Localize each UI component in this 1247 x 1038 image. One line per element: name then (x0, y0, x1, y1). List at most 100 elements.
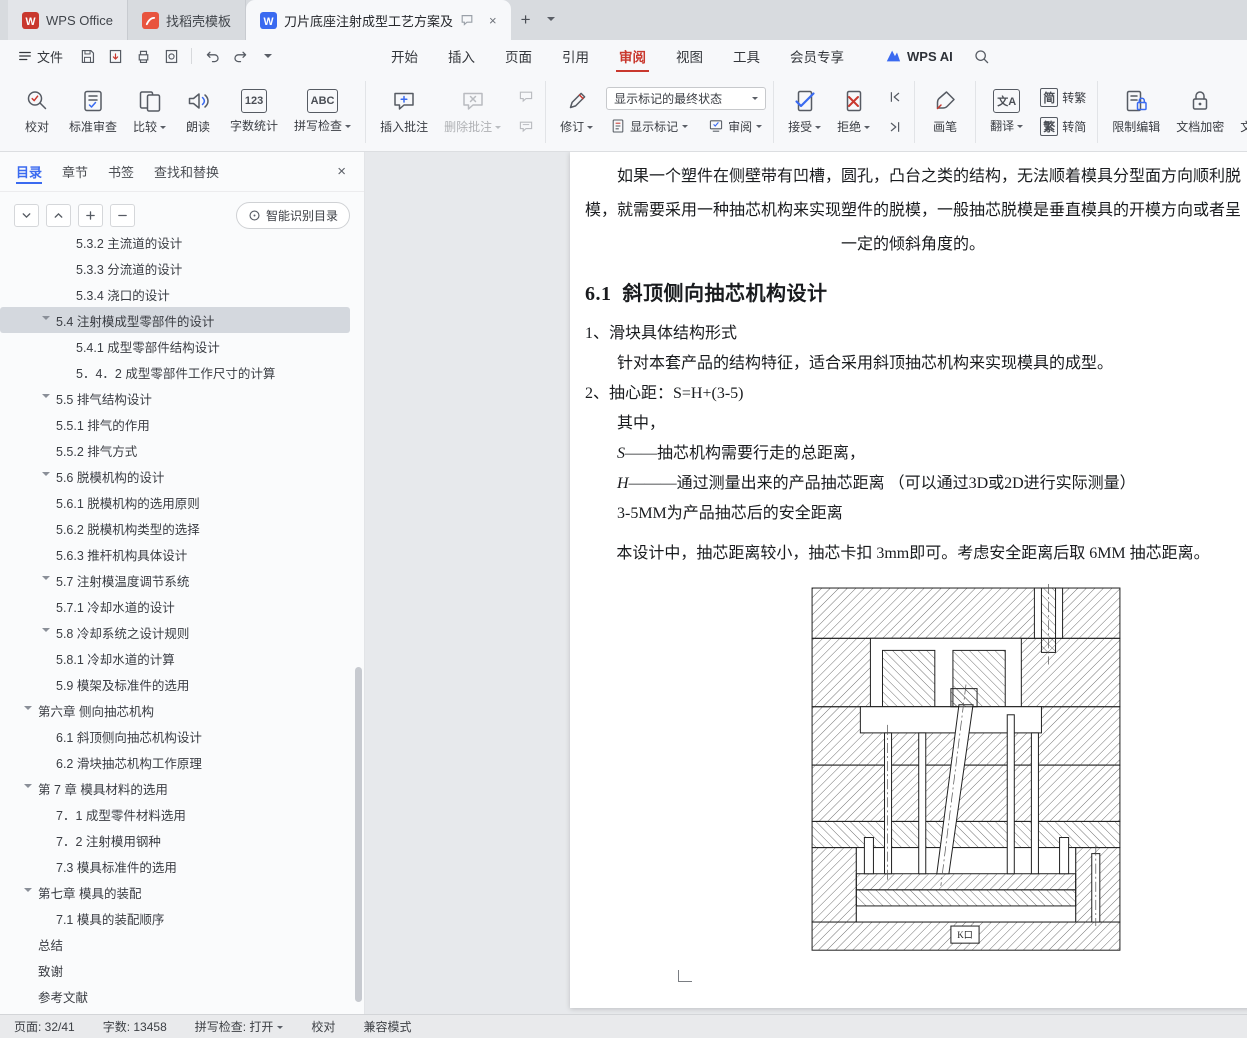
collapse-all-button[interactable] (14, 204, 39, 227)
undo-button[interactable] (200, 44, 224, 68)
toc-item[interactable]: 参考文献 (0, 983, 350, 1009)
word-count-button[interactable]: 123 字数统计 (223, 84, 285, 139)
scrollbar-thumb[interactable] (355, 667, 362, 1002)
toc-item[interactable]: 5.3.3 分流道的设计 (0, 255, 350, 281)
proofread-button[interactable]: 校对 (14, 83, 60, 140)
page-indicator[interactable]: 页面: 32/41 (14, 1018, 75, 1035)
show-markup-button[interactable]: 显示标记 (606, 116, 692, 137)
toc-item[interactable]: 5.6 脱模机构的设计 (0, 463, 350, 489)
to-simplified-button[interactable]: 繁 转简 (1036, 115, 1090, 138)
toc-item[interactable]: 5.9 模架及标准件的选用 (0, 671, 350, 697)
toc-item[interactable]: 7.3 模具标准件的选用 (0, 853, 350, 879)
toc-item[interactable]: 5.8 冷却系统之设计规则 (0, 619, 350, 645)
expand-all-button[interactable] (46, 204, 71, 227)
wps-ai-button[interactable]: WPS AI (885, 48, 953, 64)
smart-toc-button[interactable]: 智能识别目录 (235, 202, 350, 229)
word-count-indicator[interactable]: 字数: 13458 (103, 1018, 167, 1035)
toc-item[interactable]: 5.8.1 冷却水道的计算 (0, 645, 350, 671)
tab-close-button[interactable]: × (489, 14, 497, 27)
markup-state-dropdown[interactable]: 显示标记的最终状态 (606, 86, 767, 110)
export-pdf-button[interactable] (103, 44, 127, 68)
toc-item[interactable]: 5.3.4 浇口的设计 (0, 281, 350, 307)
toc-expand-icon[interactable] (42, 313, 56, 327)
toc-item[interactable]: 5.4 注射模成型零部件的设计 (0, 307, 350, 333)
toc-item[interactable]: 5.3.2 主流道的设计 (0, 237, 350, 255)
document-page[interactable]: 如果一个塑件在侧壁带有凹槽，圆孔，凸台之类的结构，无法顺着模具分型面方向顺利脱模… (570, 152, 1247, 1008)
search-button[interactable] (969, 43, 995, 69)
document-locate-button[interactable]: 文档定 (1233, 83, 1247, 140)
toc-expand-icon[interactable] (42, 573, 56, 587)
reject-revision-button[interactable]: 拒绝 (830, 83, 877, 140)
spellcheck-indicator[interactable]: 拼写检查: 打开 (195, 1018, 284, 1035)
toc-item[interactable]: 总结 (0, 931, 350, 957)
toc-expand-icon[interactable] (24, 703, 38, 717)
toc-expand-icon[interactable] (42, 391, 56, 405)
redo-button[interactable] (228, 44, 252, 68)
toc-item[interactable]: 7.1 模具的装配顺序 (0, 905, 350, 931)
spell-check-button[interactable]: ABC 拼写检查 (287, 84, 358, 139)
toc-item[interactable]: 第六章 侧向抽芯机构 (0, 697, 350, 723)
document-area[interactable]: 如果一个塑件在侧壁带有凹槽，圆孔，凸台之类的结构，无法顺着模具分型面方向顺利脱模… (365, 152, 1247, 1014)
toc-item[interactable]: 5．4．2 成型零部件工作尺寸的计算 (0, 359, 350, 385)
toc-item[interactable]: 5.5.1 排气的作用 (0, 411, 350, 437)
toc-item[interactable]: 5.7 注射模温度调节系统 (0, 567, 350, 593)
ribbon-tab[interactable]: 页面 (490, 40, 547, 72)
pane-close-button[interactable]: × (331, 161, 352, 182)
standard-review-button[interactable]: 标准审查 (62, 83, 124, 140)
translate-button[interactable]: 文A 翻译 (983, 84, 1030, 139)
zoom-out-button[interactable] (110, 204, 135, 227)
toc-expand-icon[interactable] (24, 885, 38, 899)
encrypt-document-button[interactable]: 文档加密 (1169, 83, 1231, 140)
tab-docer[interactable]: 找稻壳模板 (128, 0, 246, 40)
file-menu-button[interactable]: 文件 (10, 43, 71, 70)
toc-item[interactable]: 7．2 注射模用钢种 (0, 827, 350, 853)
sidebar-scrollbar[interactable] (355, 194, 362, 1010)
accept-revision-button[interactable]: 接受 (781, 83, 828, 140)
tab-wps-home[interactable]: W WPS Office (8, 0, 128, 40)
toc-item[interactable]: 7．1 成型零件材料选用 (0, 801, 350, 827)
toc-item[interactable]: 5.5.2 排气方式 (0, 437, 350, 463)
undo-history-button[interactable] (256, 44, 280, 68)
tab-document[interactable]: W 刀片底座注射成型工艺方案及 × (245, 0, 511, 40)
tab-list-button[interactable] (541, 13, 561, 28)
print-preview-button[interactable] (159, 44, 183, 68)
ribbon-tab[interactable]: 插入 (433, 40, 490, 72)
ribbon-tab[interactable]: 工具 (718, 40, 775, 72)
prev-comment-button[interactable] (514, 85, 538, 109)
to-traditional-button[interactable]: 简 转繁 (1036, 86, 1090, 109)
delete-comment-button[interactable]: 删除批注 (437, 83, 508, 140)
toc-item[interactable]: 6.2 滑块抽芯机构工作原理 (0, 749, 350, 775)
paint-pen-button[interactable]: 画笔 (922, 83, 968, 140)
compare-button[interactable]: 比较 (126, 83, 173, 140)
toc-item[interactable]: 致谢 (0, 957, 350, 983)
toc-item[interactable]: 第 7 章 模具材料的选用 (0, 775, 350, 801)
toc-item[interactable]: 5.5 排气结构设计 (0, 385, 350, 411)
ribbon-tab[interactable]: 引用 (547, 40, 604, 72)
save-button[interactable] (75, 44, 99, 68)
toc-expand-icon[interactable] (24, 781, 38, 795)
toc-item[interactable]: 5.4.1 成型零部件结构设计 (0, 333, 350, 359)
read-aloud-button[interactable]: 朗读 (175, 83, 221, 140)
pane-tab[interactable]: 章节 (62, 152, 88, 191)
pane-tab[interactable]: 书签 (108, 152, 134, 191)
new-tab-button[interactable]: + (511, 10, 541, 30)
print-button[interactable] (131, 44, 155, 68)
next-comment-button[interactable] (514, 115, 538, 139)
track-changes-button[interactable]: 修订 (553, 83, 600, 140)
toc-item[interactable]: 5.6.2 脱模机构类型的选择 (0, 515, 350, 541)
toc-expand-icon[interactable] (42, 625, 56, 639)
proofread-indicator[interactable]: 校对 (311, 1018, 335, 1035)
ribbon-tab[interactable]: 会员专享 (775, 40, 859, 72)
toc-item[interactable]: 5.7.1 冷却水道的设计 (0, 593, 350, 619)
restrict-editing-button[interactable]: 限制编辑 (1105, 83, 1167, 140)
pane-tab[interactable]: 查找和替换 (154, 152, 219, 191)
zoom-in-button[interactable] (78, 204, 103, 227)
toc-item[interactable]: 6.1 斜顶侧向抽芯机构设计 (0, 723, 350, 749)
ribbon-tab[interactable]: 开始 (376, 40, 433, 72)
toc-item[interactable]: 5.6.3 推杆机构具体设计 (0, 541, 350, 567)
review-menu-button[interactable]: 审阅 (704, 116, 766, 137)
insert-comment-button[interactable]: 插入批注 (373, 83, 435, 140)
toc-item[interactable]: 5.6.1 脱模机构的选用原则 (0, 489, 350, 515)
pane-tab[interactable]: 目录 (16, 152, 43, 191)
previous-revision-button[interactable] (883, 85, 907, 109)
